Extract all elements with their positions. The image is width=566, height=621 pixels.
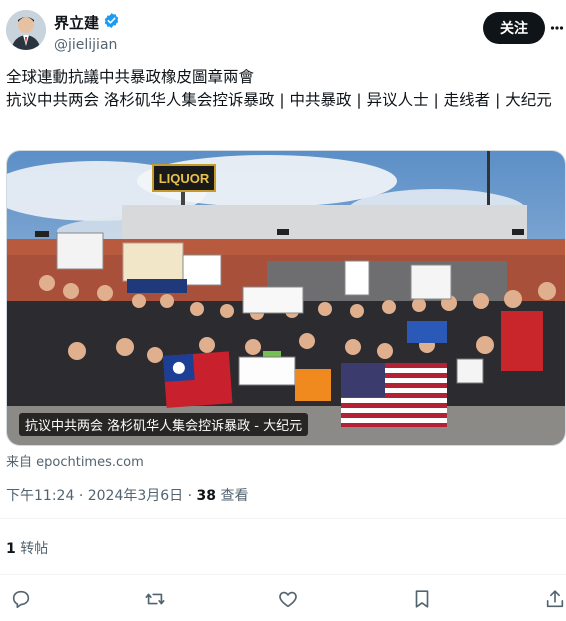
media-caption: 抗议中共两会 洛杉矶华人集会控诉暴政 - 大纪元 (19, 413, 309, 436)
post-line-2: 抗议中共两会 洛杉矶华人集会控诉暴政 | 中共暴政 | 异议人士 | 走线者 |… (6, 91, 552, 109)
view-count: 38 (196, 488, 217, 504)
repost-label: 转帖 (20, 541, 49, 557)
bookmark-icon[interactable] (411, 588, 433, 610)
tweet-page: 界立建 @jielijian 关注 全球連動抗議中共暴政橡皮圖章兩會 抗议中共两… (0, 0, 566, 621)
post-date[interactable]: 2024年3月6日 (88, 488, 183, 504)
author-block: 界立建 @jielijian (54, 12, 120, 53)
view-label: 查看 (220, 488, 249, 504)
media-card[interactable]: LIQUOR 抗议中共两会 洛杉矶华人集会控诉暴政 - 大纪元 (6, 150, 566, 446)
divider (0, 518, 566, 519)
author-handle[interactable]: @jielijian (54, 37, 120, 53)
display-name[interactable]: 界立建 (54, 12, 99, 33)
share-icon[interactable] (544, 588, 566, 610)
verified-badge-icon (103, 12, 120, 33)
source-link[interactable]: 来自 epochtimes.com (6, 451, 144, 470)
more-dots-icon[interactable] (550, 18, 564, 38)
follow-button[interactable]: 关注 (483, 12, 545, 44)
avatar[interactable] (6, 10, 46, 50)
divider (0, 574, 566, 575)
repost-icon[interactable] (144, 588, 166, 610)
tweet-meta: 下午11:24 · 2024年3月6日 · 38 查看 (6, 485, 248, 505)
meta-separator: · (78, 488, 84, 504)
meta-separator: · (187, 488, 193, 504)
like-icon[interactable] (277, 588, 299, 610)
reply-icon[interactable] (10, 588, 32, 610)
post-time[interactable]: 下午11:24 (6, 488, 74, 504)
post-line-1: 全球連動抗議中共暴政橡皮圖章兩會 (6, 68, 255, 86)
repost-stats[interactable]: 1 转帖 (6, 538, 48, 558)
tweet-header: 界立建 @jielijian 关注 (6, 8, 564, 58)
repost-count: 1 (6, 541, 16, 557)
store-sign-text: LIQUOR (159, 171, 210, 186)
post-text: 全球連動抗議中共暴政橡皮圖章兩會 抗议中共两会 洛杉矶华人集会控诉暴政 | 中共… (6, 66, 562, 112)
rally-photo: LIQUOR (7, 151, 565, 445)
action-bar (0, 584, 566, 614)
